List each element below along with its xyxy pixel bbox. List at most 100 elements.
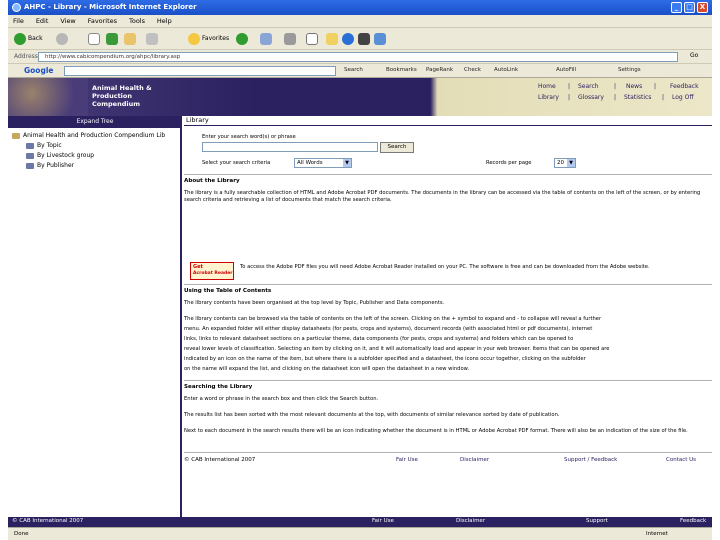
address-label: Address xyxy=(14,53,38,60)
folder-icon xyxy=(26,142,34,149)
bookmarks-button[interactable]: Bookmarks xyxy=(386,67,417,73)
edit-icon[interactable] xyxy=(306,33,318,45)
acrobat-text: To access the Adobe PDF files you will n… xyxy=(240,264,650,270)
footer-disclaimer-link[interactable]: Disclaimer xyxy=(456,518,485,524)
tree-root[interactable]: Animal Health and Production Compendium … xyxy=(12,132,165,139)
footer-fair-use-link[interactable]: Fair Use xyxy=(372,518,394,524)
settings-button[interactable]: Settings xyxy=(618,67,641,73)
site-title-line: Animal Health & xyxy=(92,84,152,92)
research-icon[interactable] xyxy=(374,33,386,45)
toc-line: on the name will expand the list, and cl… xyxy=(184,366,470,372)
book-icon xyxy=(12,132,20,139)
nav-statistics[interactable]: Statistics xyxy=(624,94,651,101)
google-logo[interactable]: Google xyxy=(24,66,54,75)
toc-line: menu. An expanded folder will either dis… xyxy=(184,326,593,332)
refresh-icon[interactable] xyxy=(106,33,118,45)
site-header: Animal Health & Production Compendium Ho… xyxy=(8,78,712,116)
tree-item-topic[interactable]: By Topic xyxy=(26,142,62,149)
menu-favorites[interactable]: Favorites xyxy=(83,15,122,28)
records-label: Records per page xyxy=(486,160,532,166)
stop-icon[interactable] xyxy=(88,33,100,45)
close-button[interactable]: X xyxy=(697,2,708,13)
library-search-input[interactable] xyxy=(202,142,378,152)
print-icon[interactable] xyxy=(284,33,296,45)
ie-logo-icon xyxy=(12,3,21,12)
google-search-input[interactable] xyxy=(64,66,336,76)
top-navigation: Home | Search | News | Feedback Library … xyxy=(538,83,699,101)
menu-help[interactable]: Help xyxy=(152,15,177,28)
nav-news[interactable]: News xyxy=(626,83,642,90)
search-prompt: Enter your search word(s) or phrase xyxy=(202,134,296,140)
nav-library[interactable]: Library xyxy=(538,94,559,101)
minimize-button[interactable]: _ xyxy=(671,2,682,13)
folder-icon[interactable] xyxy=(326,33,338,45)
pagerank-button[interactable]: PageRank xyxy=(426,67,453,73)
browser-toolbar: Back Favorites xyxy=(8,28,712,50)
library-heading: Library xyxy=(184,116,712,126)
tree-item-publisher[interactable]: By Publisher xyxy=(26,162,74,169)
chevron-down-icon: ▼ xyxy=(343,159,351,167)
fair-use-link[interactable]: Fair Use xyxy=(396,457,418,463)
menu-view[interactable]: View xyxy=(55,15,80,28)
search-help-heading: Searching the Library xyxy=(184,384,253,390)
contact-us-link[interactable]: Contact Us xyxy=(666,457,696,463)
menu-bar: File Edit View Favorites Tools Help xyxy=(8,15,712,28)
history-icon[interactable] xyxy=(236,33,248,45)
footer-feedback-link[interactable]: Feedback xyxy=(680,518,706,524)
nav-logout[interactable]: Log Off xyxy=(672,94,693,101)
acrobat-logo-text: Acrobat Reader xyxy=(193,271,233,276)
forward-arrow-icon[interactable] xyxy=(56,33,68,45)
search-icon[interactable] xyxy=(146,33,158,45)
address-bar: Address http://www.cabicompendium.org/ah… xyxy=(8,50,712,64)
footer-support-link[interactable]: Support xyxy=(586,518,608,524)
records-select[interactable]: 20 ▼ xyxy=(554,158,576,168)
tree-item-livestock[interactable]: By Livestock group xyxy=(26,152,94,159)
maximize-button[interactable]: □ xyxy=(684,2,695,13)
back-arrow-icon[interactable] xyxy=(14,33,26,45)
menu-tools[interactable]: Tools xyxy=(124,15,150,28)
nav-feedback[interactable]: Feedback xyxy=(670,83,699,90)
tree-root-label: Animal Health and Production Compendium … xyxy=(23,132,166,139)
google-search-button[interactable]: Search xyxy=(344,67,363,73)
chevron-down-icon: ▼ xyxy=(567,159,575,167)
menu-edit[interactable]: Edit xyxy=(31,15,54,28)
search-help-text: Enter a word or phrase in the search box… xyxy=(184,396,379,402)
support-feedback-link[interactable]: Support / Feedback xyxy=(564,457,617,463)
favorites-star-icon[interactable] xyxy=(188,33,200,45)
home-icon[interactable] xyxy=(124,33,136,45)
check-button[interactable]: Check xyxy=(464,67,481,73)
nav-home[interactable]: Home xyxy=(538,83,556,90)
library-search-button[interactable]: Search xyxy=(380,142,414,153)
go-button[interactable]: Go xyxy=(690,52,698,59)
nav-search[interactable]: Search xyxy=(578,83,599,90)
toc-paragraph: The library contents can be browsed via … xyxy=(184,314,708,374)
window-title: AHPC - Library - Microsoft Internet Expl… xyxy=(24,3,197,11)
nav-glossary[interactable]: Glossary xyxy=(578,94,604,101)
favorites-button-label[interactable]: Favorites xyxy=(202,32,229,46)
criteria-label: Select your search criteria xyxy=(202,160,271,166)
mail-icon[interactable] xyxy=(260,33,272,45)
expand-tree-button[interactable]: Expand Tree xyxy=(8,116,182,128)
globe-icon[interactable] xyxy=(342,33,354,45)
get-acrobat-reader-logo[interactable]: Get Acrobat Reader xyxy=(190,262,234,280)
messenger-icon[interactable] xyxy=(358,33,370,45)
window-titlebar: AHPC - Library - Microsoft Internet Expl… xyxy=(8,0,712,15)
site-title-line: Production xyxy=(92,92,132,100)
toc-line: indicated by an icon on the name of the … xyxy=(184,356,586,362)
header-photo xyxy=(8,78,88,116)
site-footer: © CAB International 2007 Fair Use Discla… xyxy=(8,517,712,527)
disclaimer-link[interactable]: Disclaimer xyxy=(460,457,489,463)
content-copyright: © CAB International 2007 xyxy=(184,457,256,463)
folder-icon xyxy=(26,162,34,169)
folder-icon xyxy=(26,152,34,159)
autofill-button[interactable]: AutoFill xyxy=(556,67,576,73)
menu-file[interactable]: File xyxy=(8,15,29,28)
autolink-button[interactable]: AutoLink xyxy=(494,67,518,73)
search-help-text: The results list has been sorted with th… xyxy=(184,412,560,418)
search-help-text: Next to each document in the search resu… xyxy=(184,428,688,434)
address-input[interactable]: http://www.cabicompendium.org/ahpc/libra… xyxy=(38,52,678,62)
criteria-select[interactable]: All Words ▼ xyxy=(294,158,352,168)
back-button-label[interactable]: Back xyxy=(28,32,43,46)
web-page: Animal Health & Production Compendium Ho… xyxy=(8,78,712,524)
site-title-line: Compendium xyxy=(92,100,140,108)
